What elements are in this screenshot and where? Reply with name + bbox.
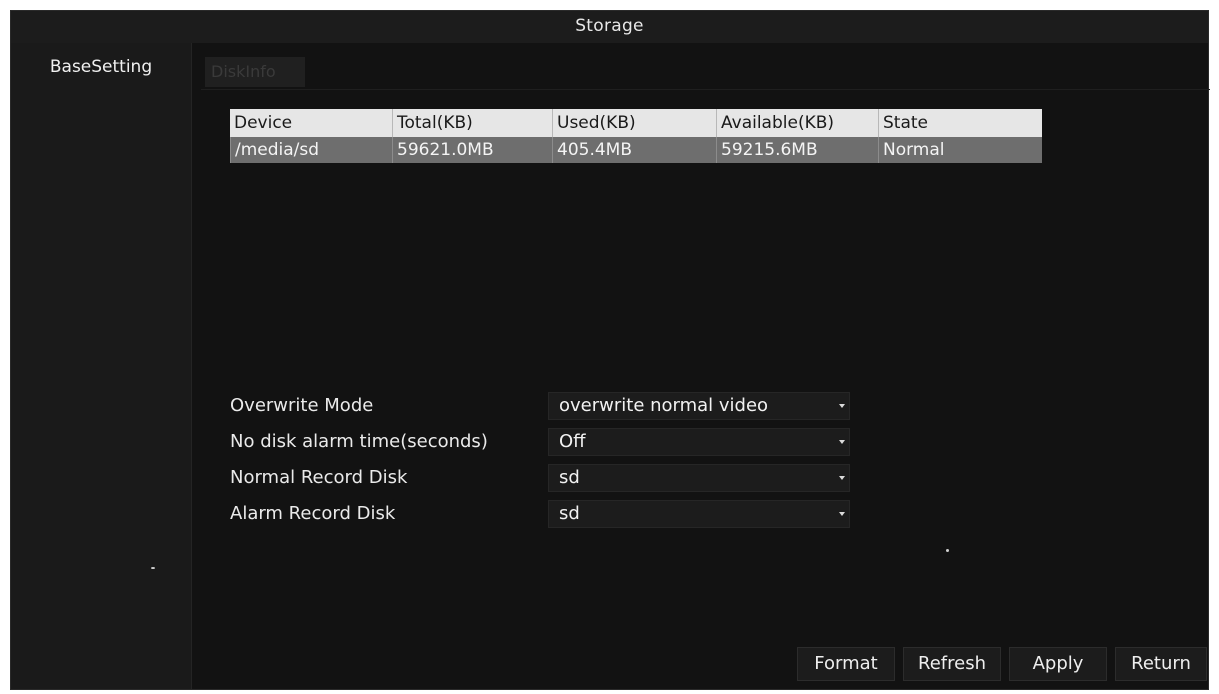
- alarm-record-disk-select[interactable]: sd: [548, 500, 850, 528]
- alarm-record-disk-row: Alarm Record Disk sd: [230, 499, 870, 529]
- column-header-available: Available(KB): [716, 109, 878, 137]
- cell-device: /media/sd: [230, 137, 392, 163]
- sidebar: BaseSetting: [11, 43, 192, 689]
- window-title: Storage: [11, 11, 1208, 43]
- screen-speck: [151, 567, 155, 569]
- no-disk-alarm-label: No disk alarm time(seconds): [230, 431, 488, 452]
- column-header-used: Used(KB): [552, 109, 716, 137]
- storage-window: Storage BaseSetting DiskInfo Device Tota…: [10, 10, 1210, 690]
- overwrite-mode-value: overwrite normal video: [559, 395, 769, 416]
- format-button[interactable]: Format: [797, 647, 895, 681]
- no-disk-alarm-row: No disk alarm time(seconds) Off: [230, 427, 870, 457]
- return-button[interactable]: Return: [1115, 647, 1207, 681]
- refresh-button[interactable]: Refresh: [903, 647, 1001, 681]
- overwrite-mode-select[interactable]: overwrite normal video: [548, 392, 850, 420]
- table-header: Device Total(KB) Used(KB) Available(KB) …: [230, 109, 1042, 137]
- cell-available: 59215.6MB: [716, 137, 878, 163]
- no-disk-alarm-select[interactable]: Off: [548, 428, 850, 456]
- table-row[interactable]: /media/sd 59621.0MB 405.4MB 59215.6MB No…: [230, 137, 1042, 163]
- no-disk-alarm-value: Off: [559, 431, 586, 452]
- chevron-down-icon: [839, 440, 845, 444]
- column-header-device: Device: [234, 113, 293, 133]
- screen-speck: [946, 549, 949, 552]
- overwrite-mode-label: Overwrite Mode: [230, 395, 374, 416]
- column-header-state: State: [878, 109, 1042, 137]
- chevron-down-icon: [839, 476, 845, 480]
- alarm-record-disk-label: Alarm Record Disk: [230, 503, 396, 524]
- tab-divider: [201, 89, 1210, 90]
- normal-record-disk-select[interactable]: sd: [548, 464, 850, 492]
- apply-button[interactable]: Apply: [1009, 647, 1107, 681]
- chevron-down-icon: [839, 512, 845, 516]
- sidebar-item-basesetting[interactable]: BaseSetting: [11, 53, 191, 81]
- cell-state: Normal: [878, 137, 1042, 163]
- normal-record-disk-row: Normal Record Disk sd: [230, 463, 870, 493]
- normal-record-disk-label: Normal Record Disk: [230, 467, 408, 488]
- chevron-down-icon: [839, 404, 845, 408]
- disk-info-table: Device Total(KB) Used(KB) Available(KB) …: [230, 109, 1042, 167]
- cell-total: 59621.0MB: [392, 137, 552, 163]
- cell-used: 405.4MB: [552, 137, 716, 163]
- normal-record-disk-value: sd: [559, 467, 580, 488]
- alarm-record-disk-value: sd: [559, 503, 580, 524]
- tab-diskinfo[interactable]: DiskInfo: [205, 57, 305, 87]
- overwrite-mode-row: Overwrite Mode overwrite normal video: [230, 391, 870, 421]
- column-header-total: Total(KB): [392, 109, 552, 137]
